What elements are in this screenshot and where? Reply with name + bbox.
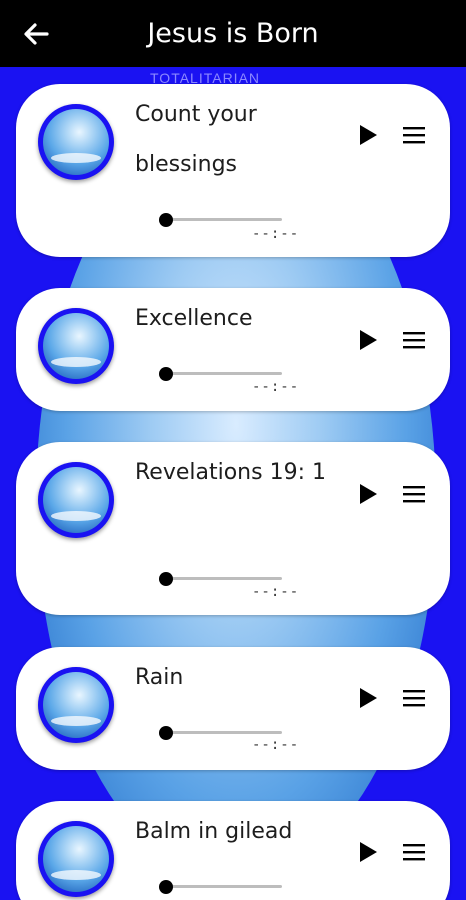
time-label: --:--	[252, 379, 300, 395]
play-icon[interactable]	[357, 329, 379, 351]
track-title: Balm in gilead	[135, 819, 293, 844]
globe-thumbnail-icon	[38, 104, 114, 180]
page-title: Jesus is Born	[147, 18, 319, 49]
play-icon[interactable]	[357, 841, 379, 863]
track-title: Revelations 19: 1	[135, 460, 326, 485]
track-list: Count your blessings --:-- Excellence --…	[0, 0, 466, 900]
play-icon[interactable]	[357, 124, 379, 146]
progress-slider[interactable]	[167, 372, 282, 375]
hamburger-menu-icon[interactable]	[402, 841, 426, 863]
app-bar: Jesus is Born	[0, 0, 466, 67]
app-screen: TOTALITARIAN Jesus is Born Count your bl…	[0, 0, 466, 900]
track-card[interactable]: Balm in gilead	[16, 801, 450, 900]
track-card[interactable]: Rain --:--	[16, 647, 450, 770]
globe-thumbnail-icon	[38, 462, 114, 538]
track-title: Rain	[135, 665, 184, 690]
play-icon[interactable]	[357, 687, 379, 709]
slider-thumb[interactable]	[159, 572, 173, 586]
globe-thumbnail-icon	[38, 667, 114, 743]
globe-thumbnail-icon	[38, 821, 114, 897]
time-label: --:--	[252, 737, 300, 753]
hamburger-menu-icon[interactable]	[402, 329, 426, 351]
progress-slider[interactable]	[167, 731, 282, 734]
track-title: Excellence	[135, 306, 253, 331]
track-card[interactable]: Count your blessings --:--	[16, 84, 450, 257]
slider-thumb[interactable]	[159, 726, 173, 740]
track-card[interactable]: Revelations 19: 1 --:--	[16, 442, 450, 615]
progress-slider[interactable]	[167, 885, 282, 888]
slider-thumb[interactable]	[159, 213, 173, 227]
slider-thumb[interactable]	[159, 880, 173, 894]
slider-thumb[interactable]	[159, 367, 173, 381]
track-title: Count your blessings	[135, 102, 257, 177]
time-label: --:--	[252, 226, 300, 242]
time-label: --:--	[252, 584, 300, 600]
progress-slider[interactable]	[167, 577, 282, 580]
hamburger-menu-icon[interactable]	[402, 124, 426, 146]
play-icon[interactable]	[357, 483, 379, 505]
progress-slider[interactable]	[167, 218, 282, 221]
hamburger-menu-icon[interactable]	[402, 687, 426, 709]
hamburger-menu-icon[interactable]	[402, 483, 426, 505]
globe-thumbnail-icon	[38, 308, 114, 384]
track-card[interactable]: Excellence --:--	[16, 288, 450, 411]
